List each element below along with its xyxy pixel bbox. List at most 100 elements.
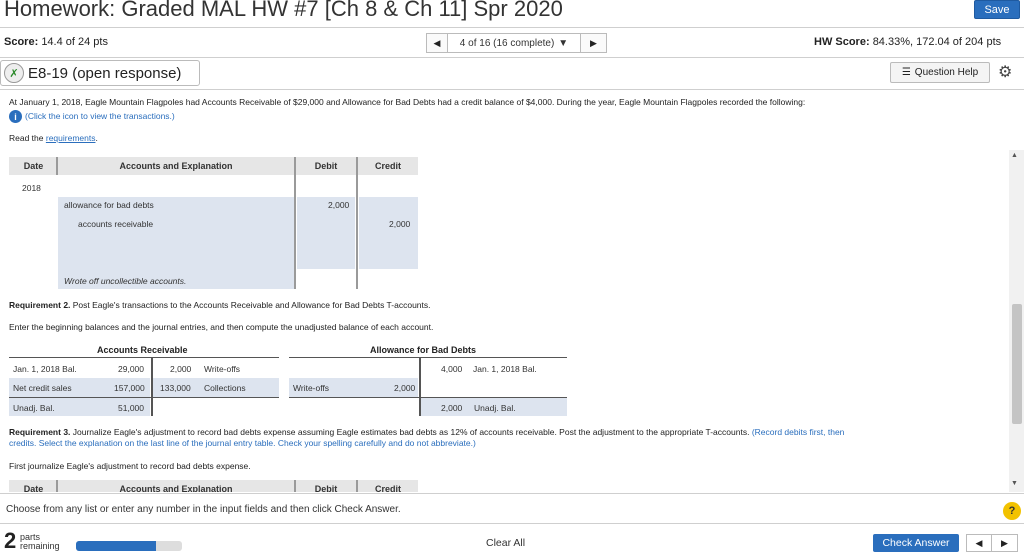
parts-label-2: remaining: [20, 541, 60, 551]
column-divider: [56, 157, 58, 175]
page-title: Homework: Graded MAL HW #7 [Ch 8 & Ch 11…: [4, 0, 563, 21]
gear-icon[interactable]: ⚙: [998, 62, 1012, 82]
intro-text: At January 1, 2018, Eagle Mountain Flagp…: [9, 97, 806, 107]
allow-total-value[interactable]: 2,000: [441, 403, 462, 413]
clear-all-button[interactable]: Clear All: [486, 537, 525, 549]
footer-divider: [0, 493, 1024, 494]
journal-explanation[interactable]: Wrote off uncollectible accounts.: [64, 276, 186, 286]
read-requirements: Read the requirements.: [9, 133, 98, 143]
ar-row2-right-label[interactable]: Collections: [204, 383, 246, 393]
prev-question-button[interactable]: ◀: [426, 33, 448, 53]
question-divider: [0, 89, 1024, 90]
journal-header-credit: Credit: [358, 157, 418, 175]
journal-credit-input[interactable]: 2,000: [389, 219, 410, 229]
journal2-header-credit: Credit: [358, 480, 418, 492]
list-icon: ☰: [901, 67, 911, 78]
t-account-ar-topline: [9, 357, 279, 358]
next-question-button[interactable]: ▶: [581, 33, 607, 53]
parts-remaining-count: 2: [4, 528, 17, 553]
ar-row1-right-value: 2,000: [170, 364, 192, 374]
t-account-allowance-title: Allowance for Bad Debts: [370, 345, 477, 355]
ar-total-label[interactable]: Unadj. Bal.: [13, 403, 55, 413]
allow-row2-left-value[interactable]: 2,000: [394, 383, 415, 393]
column-divider: [294, 157, 296, 289]
scroll-up-icon[interactable]: ▲: [1011, 152, 1018, 159]
help-icon[interactable]: ?: [1003, 502, 1021, 520]
t-account-allowance-totalline: [289, 397, 567, 398]
t-account-allowance-topline: [289, 357, 567, 358]
dropdown-arrow-icon: ▼: [558, 37, 569, 49]
requirement-3-note-1: (Record debits first, then: [749, 427, 845, 437]
scroll-down-icon[interactable]: ▼: [1011, 480, 1018, 487]
ar-row2-right-value[interactable]: 133,000: [160, 383, 191, 393]
question-id: E8-19 (open response): [28, 64, 182, 82]
progress-bar: [76, 541, 182, 551]
ar-row1-left-label: Jan. 1, 2018 Bal.: [13, 364, 77, 374]
requirement-3-instruction: First journalize Eagle's adjustment to r…: [9, 461, 251, 471]
arrow-right-icon: ▶: [590, 37, 597, 48]
journal-account-input[interactable]: accounts receivable: [78, 219, 153, 229]
arrow-right-icon: ▶: [1001, 537, 1008, 548]
journal-year: 2018: [22, 183, 41, 193]
requirement-2-label: Requirement 2.: [9, 300, 71, 310]
t-account-ar-totalline: [9, 397, 279, 398]
click-icon-row[interactable]: i (Click the icon to view the transaction…: [9, 110, 175, 123]
journal-header-accounts: Accounts and Explanation: [58, 157, 294, 175]
question-position: 4 of 16 (16 complete): [459, 37, 555, 49]
question-selector[interactable]: 4 of 16 (16 complete) ▼: [448, 33, 581, 53]
score: Score: 14.4 of 24 pts: [4, 36, 108, 48]
column-divider: [294, 480, 296, 492]
t-account-ar-title: Accounts Receivable: [97, 345, 188, 355]
journal-credit-area: [359, 197, 418, 269]
journal-header-date: Date: [9, 157, 58, 175]
requirement-2: Requirement 2. Post Eagle's transactions…: [9, 300, 431, 310]
hw-score-label: HW Score:: [814, 36, 870, 48]
column-divider: [56, 480, 58, 492]
question-help-label: Question Help: [914, 67, 979, 78]
ar-total-value[interactable]: 51,000: [118, 403, 144, 413]
hw-score-value: 84.33%, 172.04 of 204 pts: [872, 36, 1002, 48]
journal-header-debit: Debit: [296, 157, 356, 175]
read-suffix: .: [95, 133, 98, 143]
column-divider: [356, 480, 358, 492]
requirements-link[interactable]: requirements: [46, 133, 96, 143]
journal2-header-accounts: Accounts and Explanation: [58, 480, 294, 492]
requirement-3: Requirement 3. Journalize Eagle's adjust…: [9, 427, 844, 437]
allow-row1-right-value: 4,000: [441, 364, 463, 374]
question-header: ✗ E8-19 (open response): [0, 60, 200, 86]
journal-table-2: Date Accounts and Explanation Debit Cred…: [0, 478, 1009, 492]
click-icon-text: (Click the icon to view the transactions…: [25, 110, 175, 121]
arrow-left-icon: ◀: [433, 37, 441, 48]
question-help-button[interactable]: ☰ Question Help: [890, 62, 990, 83]
header-divider: [0, 27, 1024, 28]
journal2-header-date: Date: [9, 480, 58, 492]
score-value: 14.4 of 24 pts: [41, 36, 108, 48]
allow-row1-right-label: Jan. 1, 2018 Bal.: [473, 364, 537, 374]
read-prefix: Read the: [9, 133, 46, 143]
arrow-left-icon: ◀: [975, 537, 983, 548]
scroll-thumb[interactable]: [1012, 304, 1022, 424]
hw-score: HW Score: 84.33%, 172.04 of 204 pts: [814, 36, 1001, 48]
footer-next-button[interactable]: ▶: [992, 534, 1018, 552]
score-divider: [0, 57, 1024, 58]
progress-fill: [76, 541, 156, 551]
requirement-3-label: Requirement 3.: [9, 427, 71, 437]
requirement-2-text: Post Eagle's transactions to the Account…: [70, 300, 431, 310]
check-answer-button[interactable]: Check Answer: [873, 534, 959, 552]
journal-account-input[interactable]: allowance for bad debts: [64, 200, 154, 210]
save-button[interactable]: Save: [974, 0, 1020, 19]
footer-divider-2: [0, 523, 1024, 524]
question-status-icon: ✗: [4, 63, 24, 83]
ar-row2-left-label[interactable]: Net credit sales: [13, 383, 72, 393]
allow-row2-left-label[interactable]: Write-offs: [293, 383, 329, 393]
requirement-3-note-2: credits. Select the explanation on the l…: [9, 438, 476, 448]
ar-row2-left-value[interactable]: 157,000: [114, 383, 145, 393]
footer-instruction: Choose from any list or enter any number…: [6, 504, 401, 515]
journal-debit-input[interactable]: 2,000: [328, 200, 349, 210]
info-icon[interactable]: i: [9, 110, 22, 123]
requirement-3-text: Journalize Eagle's adjustment to record …: [70, 427, 750, 437]
allow-total-label[interactable]: Unadj. Bal.: [474, 403, 516, 413]
column-divider: [356, 157, 358, 289]
footer-prev-button[interactable]: ◀: [966, 534, 992, 552]
journal2-header-debit: Debit: [296, 480, 356, 492]
